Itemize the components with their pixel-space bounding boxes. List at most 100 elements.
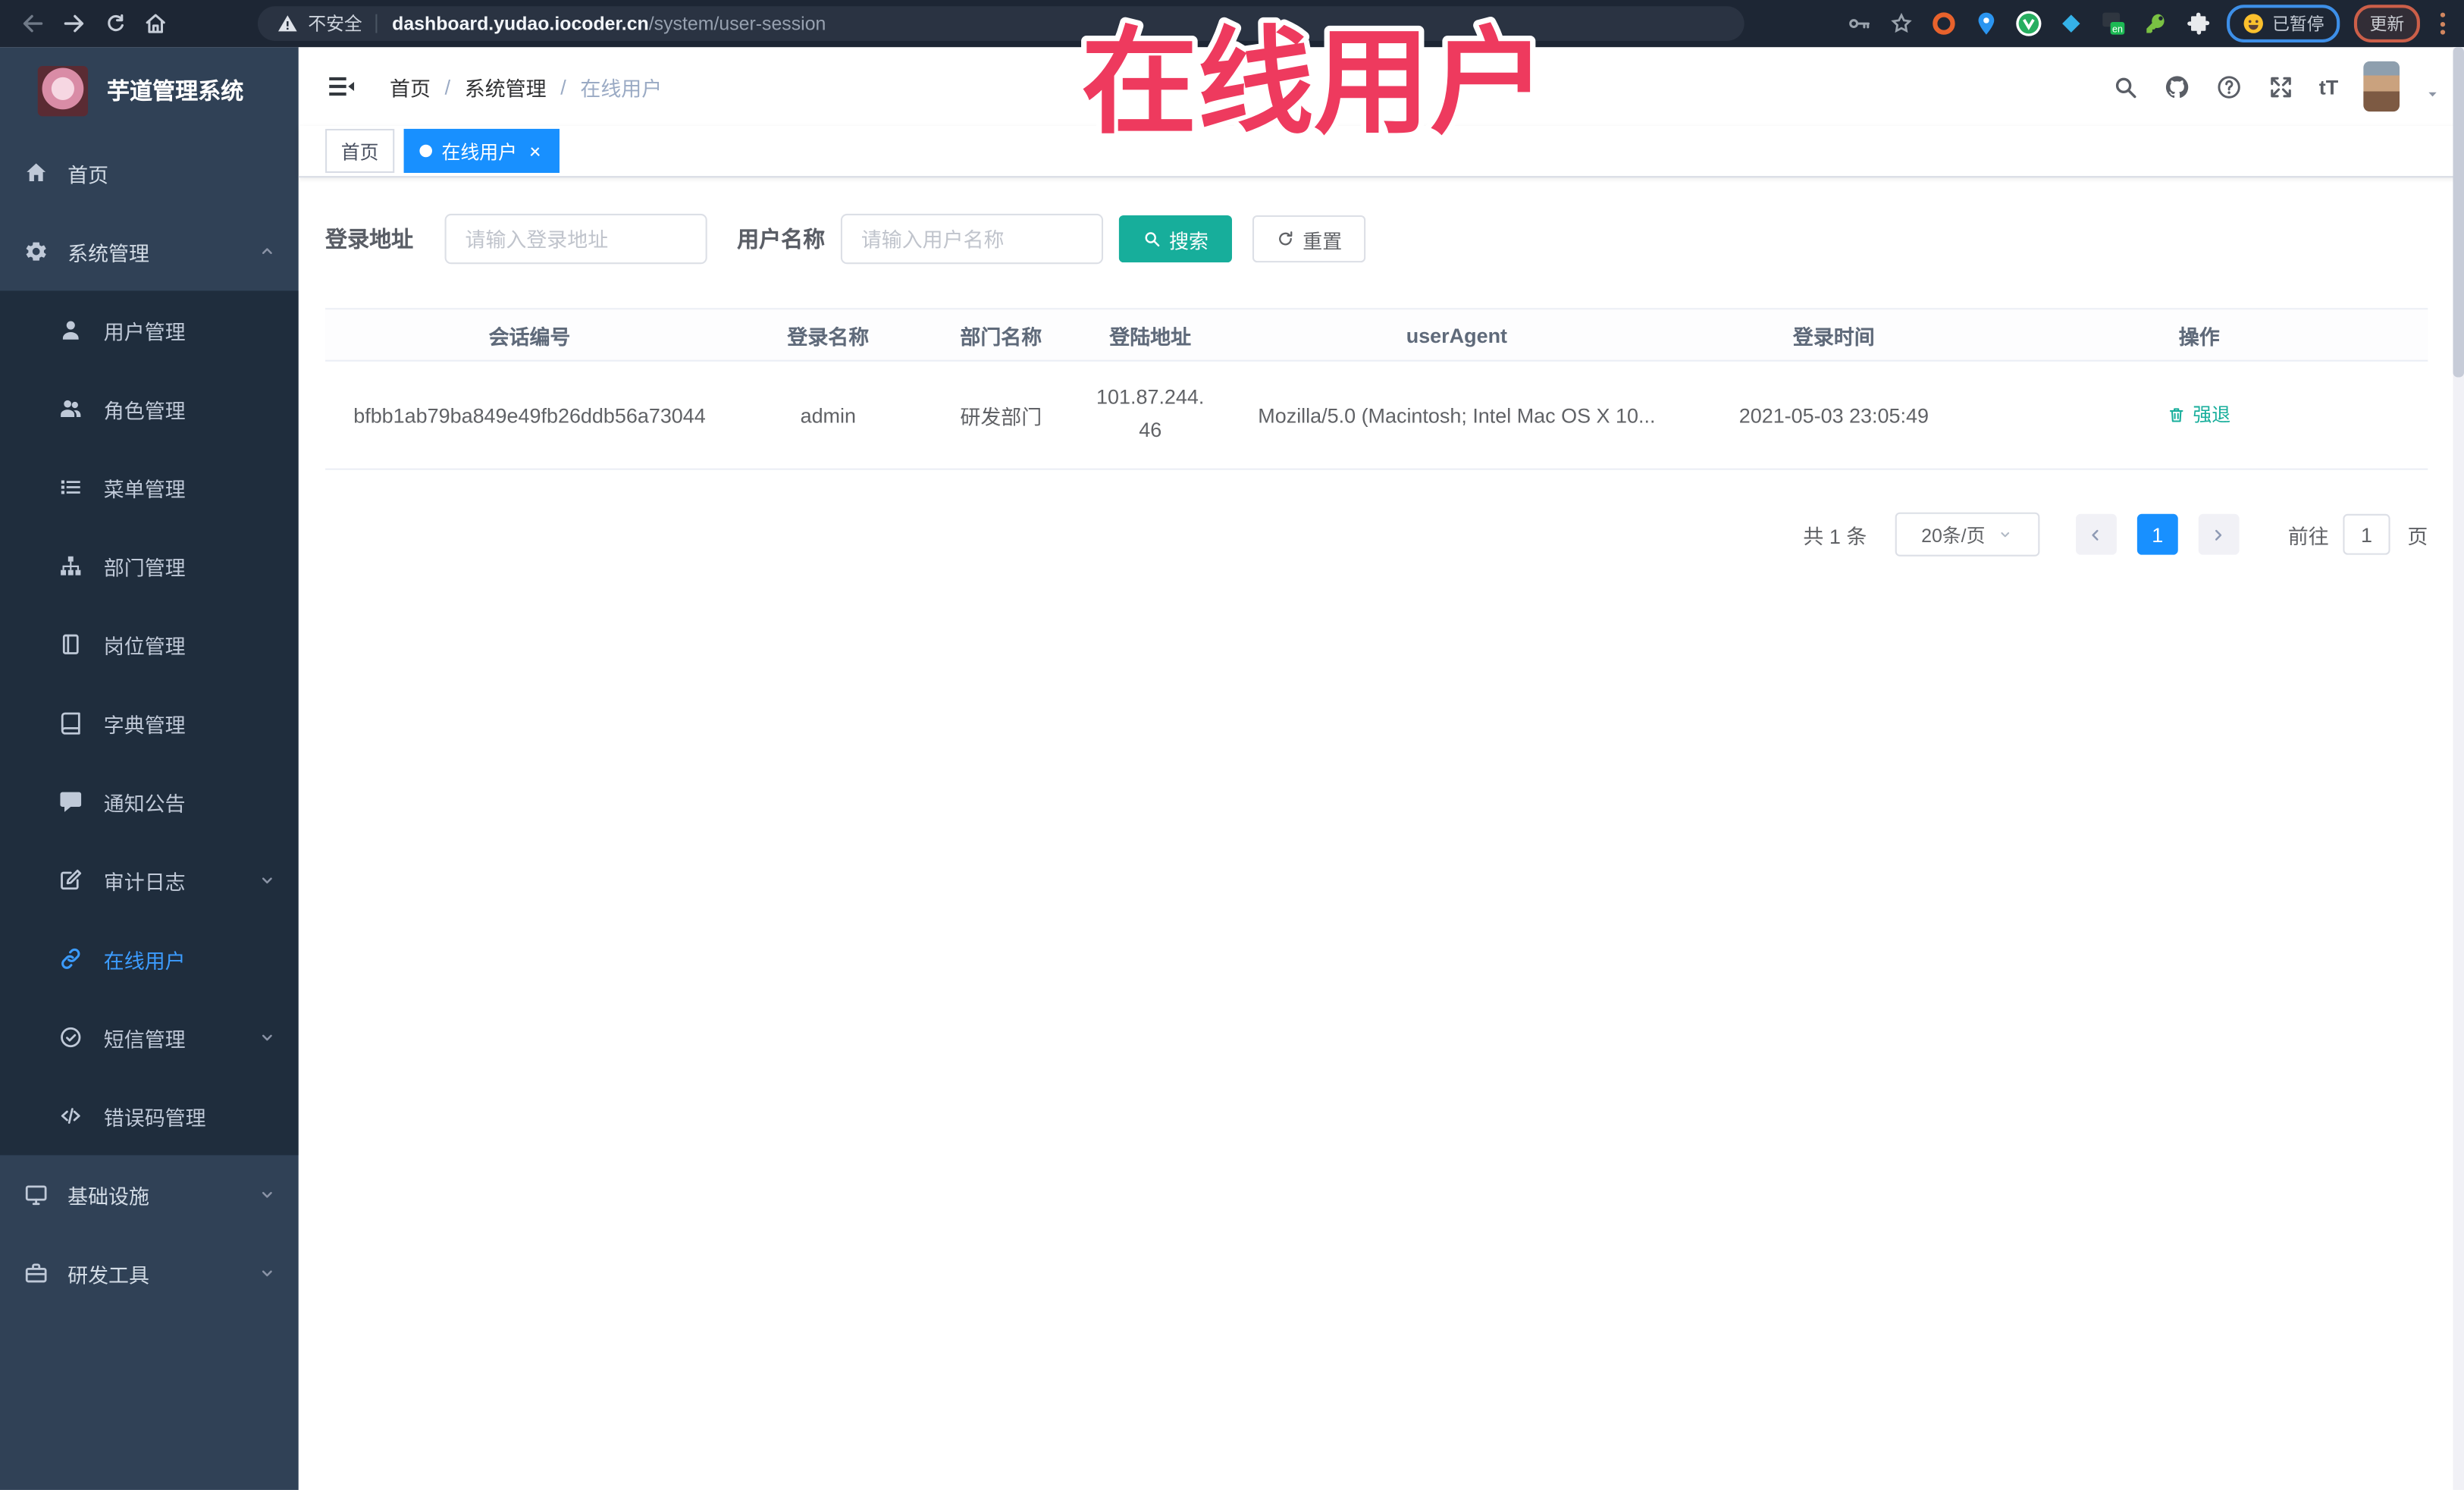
forward-icon xyxy=(61,11,86,36)
breadcrumb-home[interactable]: 首页 xyxy=(390,71,431,101)
sidebar-item-dict-management[interactable]: 字典管理 xyxy=(0,684,299,763)
pagination: 共 1 条 20条/页 1 前往 页 xyxy=(325,512,2428,557)
sidebar-item-menu-management[interactable]: 菜单管理 xyxy=(0,448,299,527)
extension-green-circle-icon[interactable] xyxy=(2014,9,2042,37)
comment-icon xyxy=(58,789,83,814)
sidebar: 芋道管理系统 首页 系统管理 用户管理 角色管理 菜单管理 部门管理 岗位管理 … xyxy=(0,47,299,1490)
column-user-agent: userAgent xyxy=(1406,322,1508,347)
browser-home-button[interactable] xyxy=(135,3,176,44)
help-icon[interactable] xyxy=(2215,73,2242,99)
app-title: 芋道管理系统 xyxy=(106,80,244,105)
search-icon[interactable] xyxy=(2111,73,2138,99)
browser-toolbar-right: en 已暂停 更新 xyxy=(1845,5,2451,42)
app-logo[interactable]: 芋道管理系统 xyxy=(0,47,299,133)
paused-extension-badge[interactable]: 已暂停 xyxy=(2227,5,2340,42)
sidebar-item-audit-log[interactable]: 审计日志 xyxy=(0,841,299,920)
sidebar-collapse-hamburger-icon[interactable] xyxy=(325,71,356,102)
active-tag-dot xyxy=(419,144,433,158)
browser-update-button[interactable]: 更新 xyxy=(2353,5,2420,42)
tag-home[interactable]: 首页 xyxy=(325,128,395,173)
chevron-up-icon xyxy=(258,242,277,261)
github-icon[interactable] xyxy=(2164,73,2190,99)
password-key-icon[interactable] xyxy=(1845,9,1873,37)
address-bar[interactable]: 不安全 dashboard.yudao.iocoder.cn/system/us… xyxy=(257,6,1745,41)
chevron-down-icon xyxy=(258,1028,277,1047)
column-session-id: 会话编号 xyxy=(488,325,571,349)
page-content: 登录地址 用户名称 搜索 重置 xyxy=(299,177,2464,1490)
login-address-input[interactable] xyxy=(444,213,707,265)
browser-forward-button[interactable] xyxy=(53,3,94,44)
tag-close-icon[interactable] xyxy=(526,143,544,160)
list-icon xyxy=(58,475,83,500)
username-input[interactable] xyxy=(840,213,1104,265)
tag-online-users[interactable]: 在线用户 xyxy=(403,128,560,173)
edit-icon xyxy=(58,867,83,892)
table-row: bfbb1ab79ba849e49fb26ddb56a73044 admin 研… xyxy=(325,362,2428,470)
force-logout-button[interactable]: 强退 xyxy=(2168,401,2230,428)
browser-reload-button[interactable] xyxy=(94,3,135,44)
sidebar-item-role-management[interactable]: 角色管理 xyxy=(0,369,299,448)
main-area: 首页 / 系统管理 / 在线用户 tT 首页 在线用户 登录地址 请输入登录地址… xyxy=(298,47,2464,1490)
prev-page-button[interactable] xyxy=(2075,513,2117,555)
avatar-caret-down-icon[interactable] xyxy=(2425,86,2440,102)
browser-menu-kebab-icon[interactable] xyxy=(2434,9,2452,37)
select-caret-down-icon xyxy=(1998,526,2014,542)
cell-session-id: bfbb1ab79ba849e49fb26ddb56a73044 xyxy=(353,403,706,427)
sidebar-item-dev-tools[interactable]: 研发工具 xyxy=(0,1234,299,1313)
extensions-puzzle-icon[interactable] xyxy=(2184,9,2212,37)
extension-blue-diamond-icon[interactable] xyxy=(2057,9,2085,37)
user-avatar[interactable] xyxy=(2363,61,2400,112)
extension-green-key-icon[interactable] xyxy=(2142,9,2170,37)
breadcrumb-separator: / xyxy=(444,74,451,99)
extension-orange-ring-icon[interactable] xyxy=(1930,9,1958,37)
column-login-name: 登录名称 xyxy=(787,325,870,349)
sidebar-item-online-users[interactable]: 在线用户 xyxy=(0,920,299,999)
username-label: 用户名称 xyxy=(737,226,826,252)
browser-back-button[interactable] xyxy=(13,3,54,44)
search-button[interactable]: 搜索 xyxy=(1118,215,1233,263)
fullscreen-icon[interactable] xyxy=(2267,73,2293,99)
breadcrumb-separator: / xyxy=(560,74,566,99)
page-size-select[interactable]: 20条/页 xyxy=(1895,512,2040,557)
chevron-left-icon xyxy=(2088,525,2105,543)
breadcrumb-system-management[interactable]: 系统管理 xyxy=(465,71,547,101)
cell-login-time: 2021-05-03 23:05:49 xyxy=(1738,403,1929,427)
sidebar-item-user-management[interactable]: 用户管理 xyxy=(0,290,299,369)
sidebar-item-department-management[interactable]: 部门管理 xyxy=(0,526,299,605)
extension-blue-pin-icon[interactable] xyxy=(1972,9,2000,37)
header-tools: tT xyxy=(2111,61,2440,112)
emoji-face-icon xyxy=(2243,14,2263,33)
cell-login-address: 101.87.244.46 xyxy=(1096,385,1205,442)
sidebar-item-system-management[interactable]: 系统管理 xyxy=(0,212,299,291)
browser-chrome: 不安全 dashboard.yudao.iocoder.cn/system/us… xyxy=(0,0,2464,48)
font-size-button[interactable]: tT xyxy=(2319,74,2338,98)
page-number-1[interactable]: 1 xyxy=(2136,513,2178,555)
goto-page-input[interactable] xyxy=(2343,513,2390,555)
sidebar-item-sms-management[interactable]: 短信管理 xyxy=(0,998,299,1077)
scrollbar-thumb[interactable] xyxy=(2453,47,2464,378)
bookmark-star-icon[interactable] xyxy=(1887,9,1915,37)
sidebar-item-infrastructure[interactable]: 基础设施 xyxy=(0,1155,299,1234)
check-circle-icon xyxy=(58,1024,83,1049)
extension-translate-en-icon[interactable]: en xyxy=(2099,9,2127,37)
sidebar-item-notice[interactable]: 通知公告 xyxy=(0,762,299,841)
svg-text:en: en xyxy=(2112,24,2123,34)
goto-label: 前往 xyxy=(2287,524,2329,548)
column-actions: 操作 xyxy=(2178,325,2220,349)
user-icon xyxy=(58,318,83,343)
sidebar-item-post-management[interactable]: 岗位管理 xyxy=(0,605,299,684)
sidebar-item-error-code-management[interactable]: 错误码管理 xyxy=(0,1077,299,1156)
cell-user-agent: Mozilla/5.0 (Macintosh; Intel Mac OS X 1… xyxy=(1258,403,1656,427)
url-path: /system/user-session xyxy=(648,12,826,35)
reset-button[interactable]: 重置 xyxy=(1252,215,1366,263)
code-icon xyxy=(58,1103,83,1128)
total-count-label: 共 1 条 xyxy=(1803,524,1867,548)
reload-icon xyxy=(103,12,127,36)
sidebar-item-home[interactable]: 首页 xyxy=(0,133,299,212)
next-page-button[interactable] xyxy=(2198,513,2240,555)
url-host: dashboard.yudao.iocoder.cn xyxy=(392,12,649,35)
url-separator xyxy=(375,14,377,33)
login-address-label: 登录地址 xyxy=(325,226,414,252)
home-icon xyxy=(24,160,49,185)
users-icon xyxy=(58,396,83,421)
